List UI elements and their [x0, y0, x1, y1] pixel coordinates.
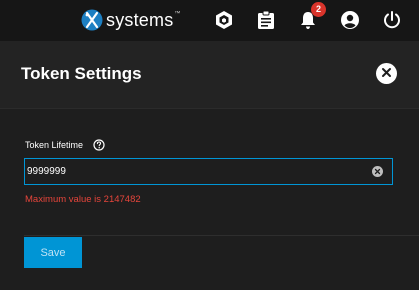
- token-lifetime-input[interactable]: [25, 159, 365, 184]
- logo-trademark: ™: [174, 11, 181, 17]
- clear-input-icon[interactable]: [372, 166, 383, 177]
- validation-error-text: Maximum value is 2147482: [25, 194, 141, 205]
- task-manager-icon[interactable]: [255, 9, 277, 31]
- divider: [24, 235, 419, 236]
- logo-text: systems: [106, 9, 174, 30]
- account-circle-icon[interactable]: [339, 9, 361, 31]
- token-lifetime-field[interactable]: [24, 158, 393, 185]
- close-icon: [381, 65, 392, 83]
- token-lifetime-label: Token Lifetime: [25, 140, 84, 150]
- help-icon[interactable]: [93, 138, 105, 151]
- page-title: Token Settings: [21, 64, 142, 83]
- power-icon[interactable]: [381, 9, 403, 31]
- close-button[interactable]: [376, 63, 397, 84]
- top-toolbar: systems ™ 2: [0, 0, 419, 41]
- save-button[interactable]: Save: [24, 237, 82, 268]
- truecommand-icon[interactable]: [213, 9, 235, 31]
- ixsystems-logo[interactable]: systems ™: [81, 8, 180, 32]
- ixsystems-logo-mark-icon: [81, 9, 103, 31]
- alerts-count-badge[interactable]: 2: [311, 2, 326, 17]
